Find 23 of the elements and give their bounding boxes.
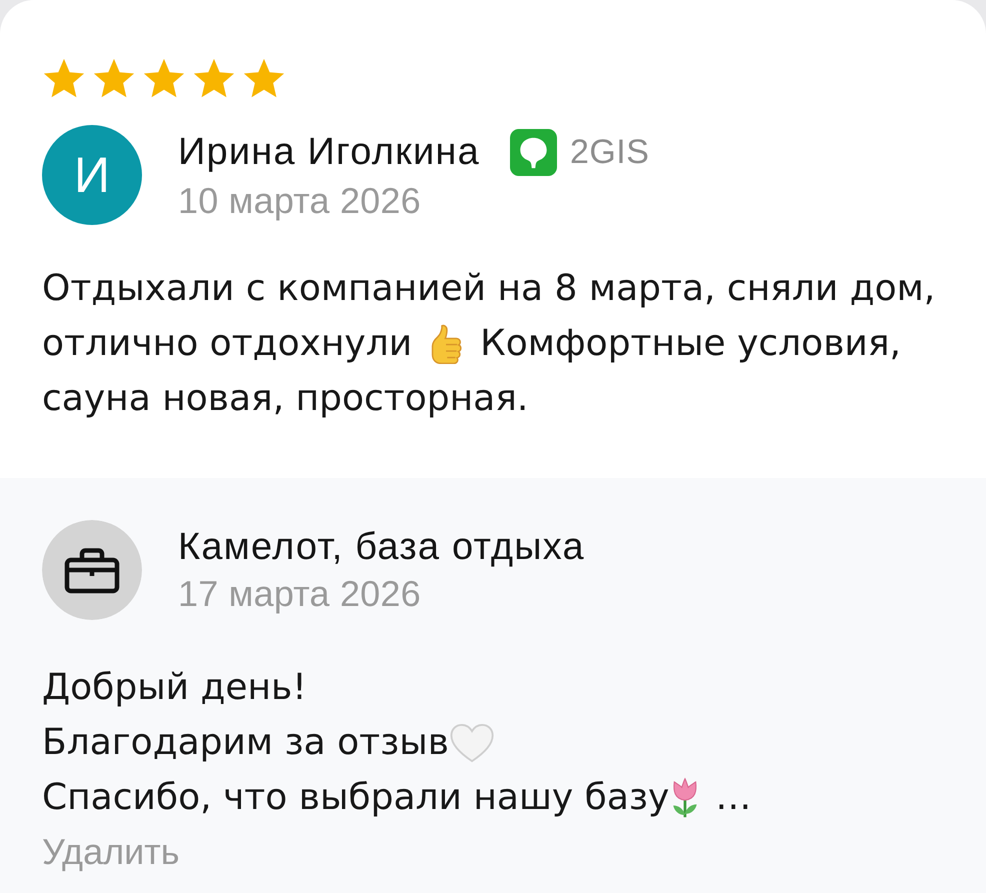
reply-text: … bbox=[715, 777, 752, 818]
author-name: Ирина Иголкина bbox=[178, 130, 480, 174]
reply-text: Добрый день! bbox=[42, 667, 307, 708]
review-text: Комфортные условия, bbox=[480, 323, 901, 364]
heart-icon bbox=[448, 722, 495, 762]
star-icon bbox=[142, 58, 186, 100]
business-name: Камелот, база отдыха bbox=[178, 525, 585, 569]
briefcase-avatar-icon bbox=[42, 520, 142, 620]
reply-text: Благодарим за отзыв bbox=[42, 722, 449, 763]
delete-link[interactable]: Удалить bbox=[42, 831, 180, 873]
star-icon bbox=[42, 58, 86, 100]
review-text: отлично отдохнули bbox=[42, 323, 412, 364]
review-date: 10 марта 2026 bbox=[178, 180, 422, 222]
review-text: сауна новая, просторная. bbox=[42, 378, 528, 419]
star-icon bbox=[242, 58, 286, 100]
user-avatar: И bbox=[42, 125, 142, 225]
review-text: Отдыхали с компанией на 8 марта, сняли дом, bbox=[42, 268, 936, 309]
star-icon bbox=[192, 58, 236, 100]
logo-icon bbox=[510, 128, 557, 176]
reply-date: 17 марта 2026 bbox=[178, 573, 422, 615]
source-label: 2GIS bbox=[570, 132, 650, 172]
star-icon bbox=[92, 58, 136, 100]
reply-text: Спасибо, что выбрали нашу базу bbox=[42, 777, 670, 818]
